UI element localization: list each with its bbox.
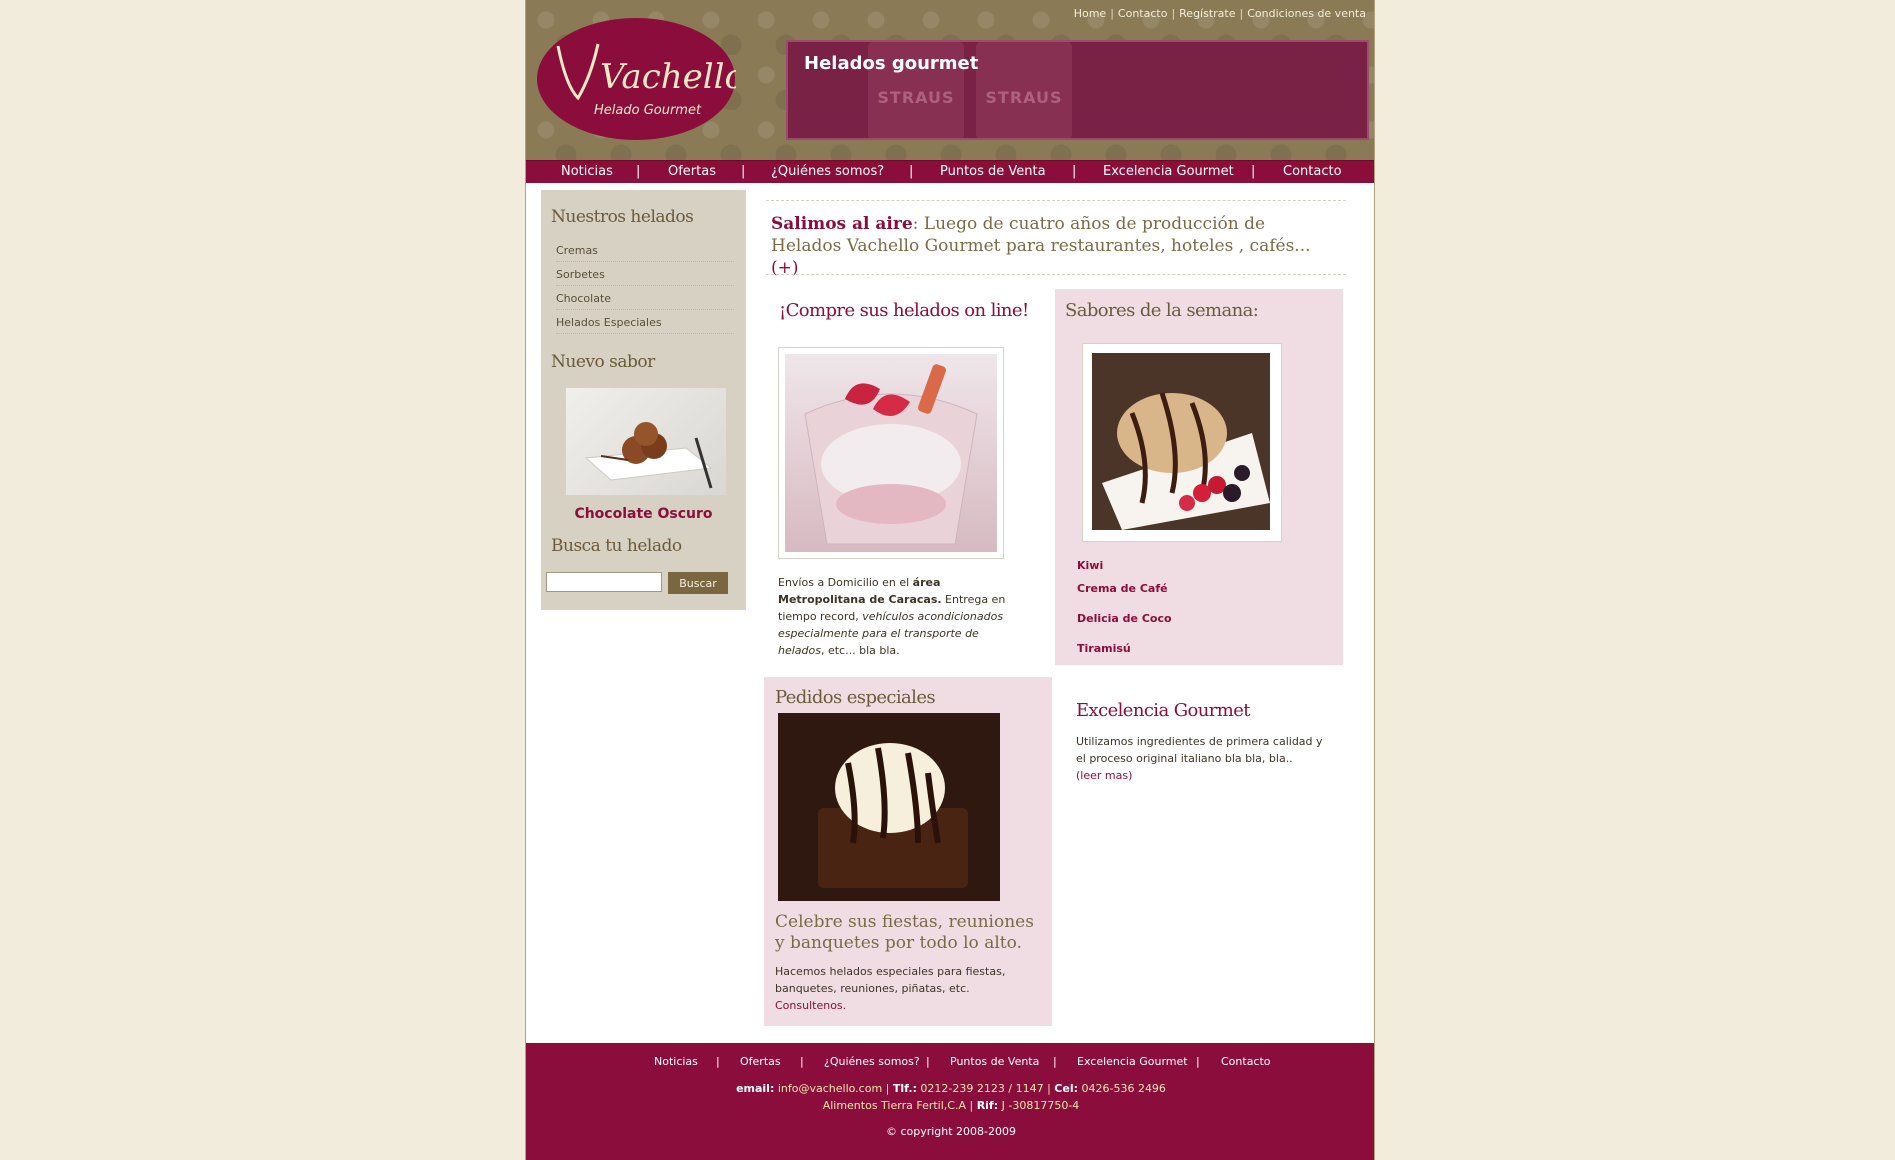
flavor-crema-de-cafe[interactable]: Crema de Café: [1077, 582, 1168, 595]
compre-photo-frame: [778, 347, 1004, 559]
footer-nav-ofertas[interactable]: Ofertas: [740, 1055, 781, 1068]
footer-nav-excelencia-gourmet[interactable]: Excelencia Gourmet: [1077, 1055, 1188, 1068]
pedidos-description: Hacemos helados especiales para fiestas,…: [775, 965, 1006, 1012]
strawberry-ice-cream-image[interactable]: [785, 354, 997, 552]
footer-contact-line: email: info@vachello.com | Tlf.: 0212-23…: [736, 1082, 1166, 1095]
page-container: Home | Contacto | Regístrate | Condiciones de …: [525, 0, 1375, 1160]
pedidos-consultenos-link[interactable]: Consultenos.: [775, 999, 846, 1012]
sabores-title: Sabores de la semana:: [1065, 300, 1259, 321]
search-button[interactable]: Buscar: [668, 572, 728, 594]
nav-ofertas[interactable]: Ofertas: [668, 164, 716, 179]
flavor-delicia-de-coco[interactable]: Delicia de Coco: [1077, 612, 1172, 625]
intro-bold: Salimos al aire: [771, 214, 913, 234]
footer-nav-quienes-somos[interactable]: ¿Quiénes somos?: [824, 1055, 920, 1068]
sabores-box: Sabores de la semana: Kiwi Crema de Café…: [1055, 289, 1343, 665]
top-link-registrate[interactable]: Regístrate: [1179, 7, 1235, 20]
footer-email-link[interactable]: info@vachello.com: [778, 1082, 882, 1095]
footer-company-line: Alimentos Tierra Fertil,C.A | Rif: J -30…: [822, 1099, 1080, 1112]
sidebar: Nuestros helados Cremas Sorbetes Chocola…: [541, 190, 746, 610]
nav-excelencia-gourmet[interactable]: Excelencia Gourmet: [1103, 164, 1234, 179]
nav-noticias[interactable]: Noticias: [561, 164, 613, 179]
intro-more-link[interactable]: (+): [771, 258, 799, 278]
sidebar-item-helados-especiales[interactable]: Helados Especiales: [556, 316, 734, 334]
flavor-tiramisu[interactable]: Tiramisú: [1077, 642, 1131, 655]
top-link-contacto[interactable]: Contacto: [1118, 7, 1168, 20]
footer-nav-noticias[interactable]: Noticias: [654, 1055, 698, 1068]
dessert-image[interactable]: [1092, 353, 1270, 530]
pedidos-title: Pedidos especiales: [775, 687, 936, 708]
nuevo-sabor-product-name[interactable]: Chocolate Oscuro: [541, 506, 746, 522]
pedidos-subtitle: Celebre sus fiestas, reuniones y banquet…: [775, 912, 1034, 953]
compre-title[interactable]: ¡Compre sus helados on line!: [779, 300, 1029, 321]
top-link-home[interactable]: Home: [1074, 7, 1106, 20]
nav-quienes-somos[interactable]: ¿Quiénes somos?: [771, 164, 884, 179]
header-banner: STRAUS STRAUS Helados gourmet: [786, 40, 1369, 140]
divider: [766, 274, 1346, 275]
excelencia-leer-mas-link[interactable]: (leer mas): [1076, 769, 1132, 782]
top-links: Home | Contacto | Regístrate | Condiciones de …: [1073, 7, 1366, 20]
footer-nav-contacto[interactable]: Contacto: [1221, 1055, 1271, 1068]
sidebar-item-cremas[interactable]: Cremas: [556, 244, 734, 262]
nav-contacto[interactable]: Contacto: [1283, 164, 1342, 179]
sidebar-title-nuevo-sabor: Nuevo sabor: [551, 352, 655, 372]
pedidos-box: Pedidos especiales Celebre sus fiestas, …: [764, 677, 1052, 1026]
flavor-kiwi[interactable]: Kiwi: [1077, 559, 1103, 572]
sidebar-title-busca: Busca tu helado: [551, 536, 682, 556]
sabores-photo-frame: [1082, 343, 1282, 542]
search-input[interactable]: [546, 572, 662, 592]
excelencia-description: Utilizamos ingredientes de primera calid…: [1076, 735, 1323, 782]
banner-title: Helados gourmet: [804, 53, 979, 74]
footer: Noticias | Ofertas | ¿Quiénes somos? | P…: [526, 1043, 1374, 1160]
footer-copyright: © copyright 2008-2009: [885, 1125, 1017, 1138]
footer-nav-puntos-de-venta[interactable]: Puntos de Venta: [950, 1055, 1039, 1068]
chocolate-oscuro-image[interactable]: [566, 388, 726, 495]
logo-name: Vachello: [600, 57, 736, 97]
compre-description: Envíos a Domicilio en el área Metropolit…: [778, 576, 1006, 657]
main-nav: Noticias | Ofertas | ¿Quiénes somos? | P…: [526, 160, 1374, 183]
sidebar-item-chocolate[interactable]: Chocolate: [556, 292, 734, 310]
intro-news: Salimos al aire: Luego de cuatro años de…: [771, 213, 1331, 279]
excelencia-title[interactable]: Excelencia Gourmet: [1076, 700, 1250, 721]
sidebar-title-nuestros-helados: Nuestros helados: [551, 207, 694, 227]
divider: [766, 200, 1346, 201]
brownie-ice-cream-image[interactable]: [778, 713, 1000, 901]
header: Home | Contacto | Regístrate | Condiciones de …: [526, 0, 1374, 160]
top-link-condiciones[interactable]: Condiciones de venta: [1247, 7, 1366, 20]
ice-cream-cup-image: STRAUS: [976, 42, 1072, 138]
nav-puntos-de-venta[interactable]: Puntos de Venta: [940, 164, 1046, 179]
vachello-logo[interactable]: Vachello Helado Gourmet: [536, 16, 736, 142]
logo-tagline: Helado Gourmet: [594, 103, 702, 118]
sidebar-item-sorbetes[interactable]: Sorbetes: [556, 268, 734, 286]
